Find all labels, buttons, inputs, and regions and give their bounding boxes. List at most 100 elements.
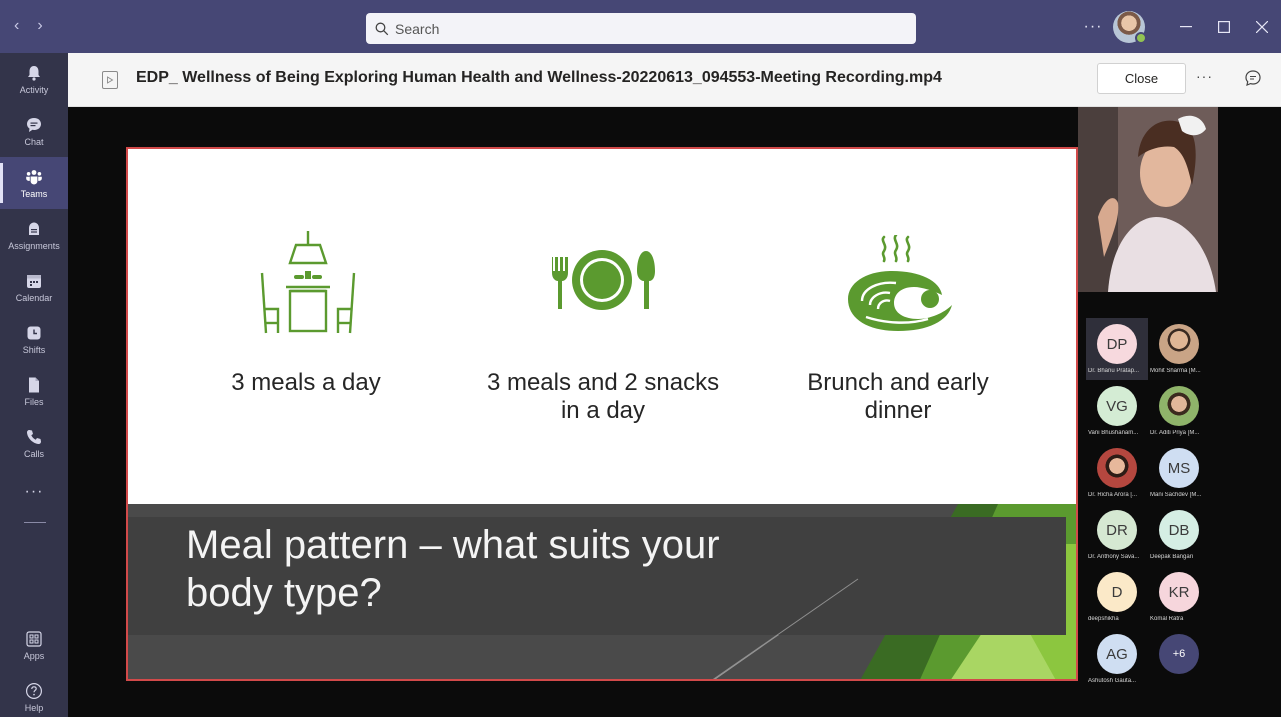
participant-name: Dr. Anthony Sava... xyxy=(1088,554,1140,560)
presenter-feed xyxy=(1078,107,1218,292)
presenter-video[interactable] xyxy=(1078,107,1218,292)
participant-name: Komal Ratra xyxy=(1150,616,1184,622)
rail-label: Teams xyxy=(20,188,48,199)
show-conversation-button[interactable] xyxy=(1244,69,1262,92)
participant-name: Vani Bhushanam... xyxy=(1088,430,1139,436)
titlebar-controls: ··· xyxy=(1079,0,1281,53)
caption-line: 3 meals a day xyxy=(231,369,381,396)
participant-name: Ashutosh Gauta... xyxy=(1088,678,1137,684)
rail-item-calendar[interactable]: Calendar xyxy=(0,261,68,313)
participant-tile[interactable]: Mohit Sharma [M... xyxy=(1148,318,1210,380)
close-icon xyxy=(1256,20,1268,33)
avatar: KR xyxy=(1159,572,1199,612)
app-rail: Activity Chat Teams Assignments Calendar… xyxy=(0,53,68,717)
caption-brunch-dinner: Brunch and early dinner xyxy=(768,369,1028,425)
back-arrow-icon[interactable]: ‹ xyxy=(14,17,19,35)
slide-title: Meal pattern – what suits your body type… xyxy=(186,521,826,617)
participant-name: Mani Sachdev [M... xyxy=(1150,492,1202,498)
overflow-count: +6 xyxy=(1159,634,1199,674)
shared-slide: 3 meals a day 3 meals and 2 snacks in a … xyxy=(126,147,1078,681)
history-nav: ‹ › xyxy=(14,17,43,35)
more-options-icon[interactable]: ··· xyxy=(1196,68,1213,84)
rail-label: Assignments xyxy=(8,240,60,251)
calendar-icon xyxy=(27,274,41,288)
shifts-icon xyxy=(27,326,41,339)
file-title: EDP_ Wellness of Being Exploring Human H… xyxy=(136,69,942,86)
title-bar: ‹ › Search ··· xyxy=(0,0,1281,53)
maximize-button[interactable] xyxy=(1205,0,1243,53)
participant-tile[interactable]: KR Komal Ratra xyxy=(1148,566,1210,628)
settings-more-icon[interactable]: ··· xyxy=(1079,18,1107,36)
recording-header: EDP_ Wellness of Being Exploring Human H… xyxy=(68,53,1281,107)
rail-item-files[interactable]: Files xyxy=(0,365,68,417)
search-icon xyxy=(375,22,389,35)
rail-label: Calls xyxy=(23,448,44,459)
minimize-button[interactable] xyxy=(1167,0,1205,53)
rail-label: Apps xyxy=(23,650,45,661)
participant-name: Deepak Bangari xyxy=(1150,554,1194,560)
caption-line: Brunch and early xyxy=(807,369,989,396)
rail-label: Help xyxy=(24,702,44,713)
rail-label: Activity xyxy=(19,84,49,95)
rail-item-help[interactable]: Help xyxy=(0,671,68,717)
rail-item-teams[interactable]: Teams xyxy=(0,157,68,209)
rail-item-apps[interactable]: Apps xyxy=(0,619,68,671)
avatar: AG xyxy=(1097,634,1137,674)
participant-tile[interactable]: Dr. Richa Arora [... xyxy=(1086,442,1148,504)
help-icon xyxy=(25,682,43,699)
rail-item-shifts[interactable]: Shifts xyxy=(0,313,68,365)
rail-item-chat[interactable]: Chat xyxy=(0,105,68,157)
chat-bubble-icon xyxy=(1245,70,1261,86)
video-file-icon xyxy=(102,71,118,89)
avatar: DP xyxy=(1097,324,1137,364)
participant-tile[interactable]: DB Deepak Bangari xyxy=(1148,504,1210,566)
minimize-icon xyxy=(1180,25,1192,27)
teams-window: ‹ › Search ··· Activity Chat Teams Assig… xyxy=(0,0,1281,717)
chat-icon xyxy=(27,117,41,132)
files-icon xyxy=(29,377,39,392)
pasta-bowl-icon xyxy=(848,235,952,331)
participant-name: Dr. Richa Arora [... xyxy=(1088,492,1138,498)
rail-label: Files xyxy=(24,396,44,407)
participant-tile[interactable]: MS Mani Sachdev [M... xyxy=(1148,442,1210,504)
participant-tile[interactable]: AG Ashutosh Gauta... xyxy=(1086,628,1148,690)
rail-label: Chat xyxy=(24,136,44,147)
close-button[interactable]: Close xyxy=(1097,63,1186,94)
caption-three-meals: 3 meals a day xyxy=(186,369,426,397)
caption-line: 3 meals and 2 snacks xyxy=(486,369,720,396)
avatar xyxy=(1159,324,1199,364)
avatar: DB xyxy=(1159,510,1199,550)
participant-tile[interactable]: DR Dr. Anthony Sava... xyxy=(1086,504,1148,566)
forward-arrow-icon[interactable]: › xyxy=(37,17,42,35)
participant-name: Dr. Bhanu Pratap... xyxy=(1088,368,1140,374)
avatar xyxy=(1097,448,1137,488)
more-participants-button[interactable]: +6 xyxy=(1148,628,1210,690)
rail-label: Calendar xyxy=(15,292,53,303)
plate-cutlery-icon xyxy=(552,250,655,310)
maximize-icon xyxy=(1218,20,1230,33)
teams-icon xyxy=(26,169,42,184)
title-line: Meal pattern – what suits your xyxy=(186,523,720,567)
more-apps-button[interactable]: ··· xyxy=(0,469,68,515)
avatar: D xyxy=(1097,572,1137,612)
title-line: body type? xyxy=(186,571,382,615)
participant-tile[interactable]: Dr. Aditi Priya [M... xyxy=(1148,380,1210,442)
close-window-button[interactable] xyxy=(1243,0,1281,53)
search-input[interactable]: Search xyxy=(366,13,916,44)
profile-avatar[interactable] xyxy=(1113,10,1147,44)
rail-item-activity[interactable]: Activity xyxy=(0,53,68,105)
participant-name: Dr. Aditi Priya [M... xyxy=(1150,430,1200,436)
participant-tile[interactable]: VG Vani Bhushanam... xyxy=(1086,380,1148,442)
presence-available-icon xyxy=(1135,31,1147,44)
participant-tile[interactable]: D deepshikha xyxy=(1086,566,1148,628)
caption-line: in a day xyxy=(560,397,646,424)
dining-table-icon xyxy=(260,231,356,334)
phone-icon xyxy=(27,429,41,444)
rail-item-assignments[interactable]: Assignments xyxy=(0,209,68,261)
rail-item-calls[interactable]: Calls xyxy=(0,417,68,469)
participant-tile[interactable]: DP Dr. Bhanu Pratap... xyxy=(1086,318,1148,380)
avatar: DR xyxy=(1097,510,1137,550)
apps-icon xyxy=(26,630,42,647)
participant-name: Mohit Sharma [M... xyxy=(1150,368,1201,374)
caption-meals-snacks: 3 meals and 2 snacks in a day xyxy=(458,369,748,425)
